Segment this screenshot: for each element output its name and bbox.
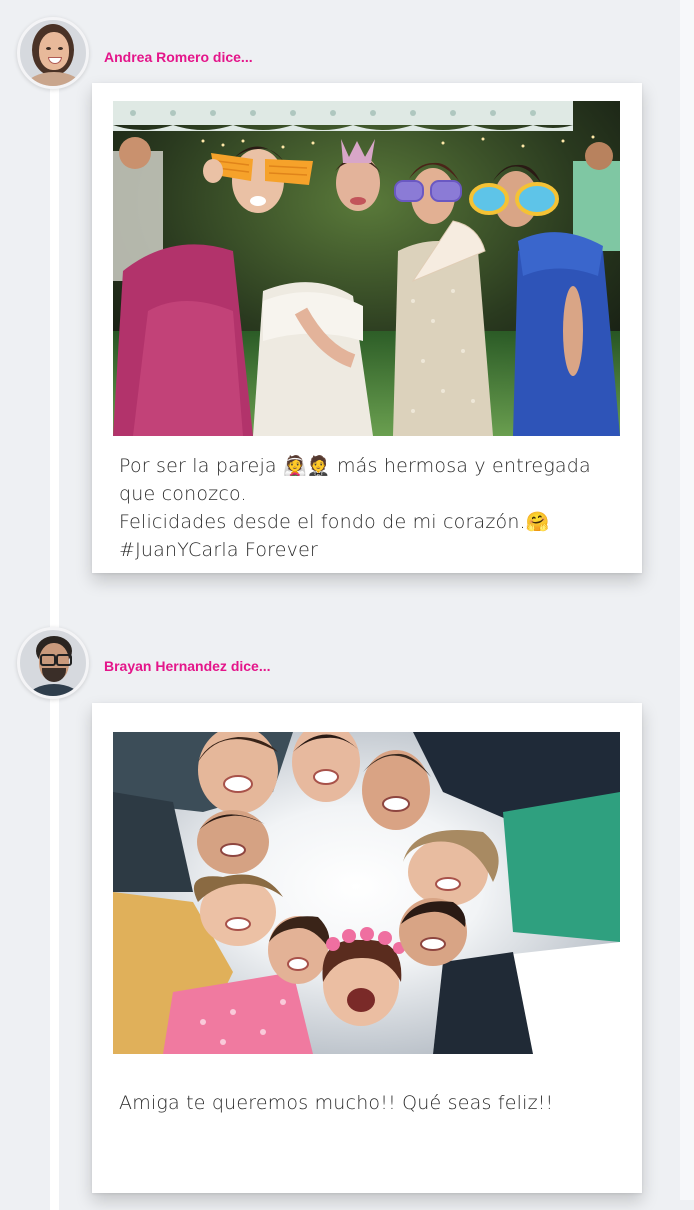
group-photo-graphic	[113, 732, 620, 1054]
group-photo	[113, 732, 620, 1054]
party-photo	[113, 101, 620, 436]
caption-line: que conozco.	[119, 483, 247, 505]
comment-card: Por ser la pareja 👰🤵 más hermosa y entre…	[92, 83, 642, 573]
party-photo-graphic	[113, 101, 620, 436]
caption-line: #JuanYCarla Forever	[119, 539, 319, 561]
avatar[interactable]	[17, 17, 89, 89]
caption-line: Felicidades desde el fondo de mi corazón…	[119, 511, 550, 533]
comment-post: Brayan Hernandez dice... Amiga te querem…	[0, 620, 694, 1200]
caption-line: Por ser la pareja 👰🤵 más hermosa y entre…	[119, 455, 591, 477]
caption-line: Amiga te queremos mucho!! Qué seas feliz…	[119, 1092, 554, 1114]
comment-text: Amiga te queremos mucho!! Qué seas feliz…	[119, 1089, 619, 1117]
avatar[interactable]	[17, 627, 89, 699]
comment-post: Andrea Romero dice... Por ser la pareja …	[0, 0, 694, 600]
comment-author[interactable]: Andrea Romero dice...	[104, 49, 253, 65]
comment-text: Por ser la pareja 👰🤵 más hermosa y entre…	[119, 452, 619, 564]
comment-author[interactable]: Brayan Hernandez dice...	[104, 658, 271, 674]
comment-card: Amiga te queremos mucho!! Qué seas feliz…	[92, 703, 642, 1193]
